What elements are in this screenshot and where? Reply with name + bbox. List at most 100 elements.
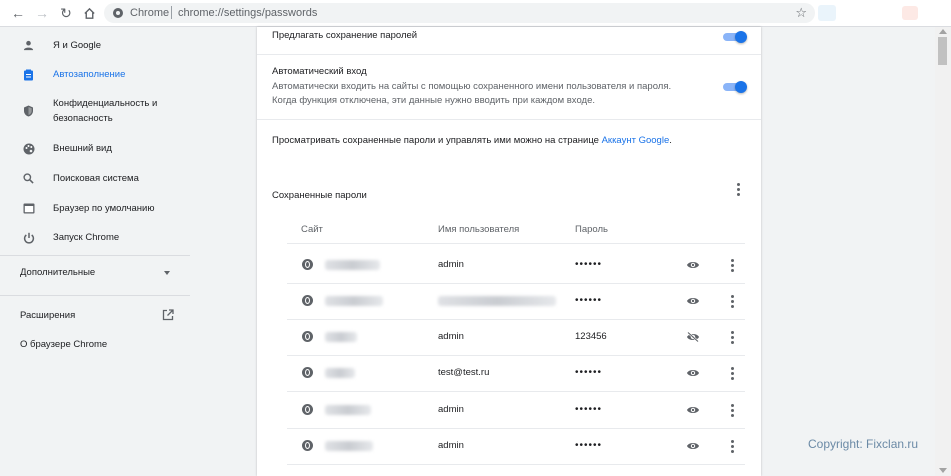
scroll-up-arrow-icon[interactable] bbox=[939, 29, 947, 34]
scroll-down-arrow-icon[interactable] bbox=[939, 468, 947, 473]
toggle-knob bbox=[735, 81, 747, 93]
username-cell: admin bbox=[438, 259, 464, 270]
page-scrollbar[interactable] bbox=[935, 27, 951, 476]
username-cell: admin bbox=[438, 404, 464, 415]
back-arrow-icon[interactable]: ← bbox=[9, 4, 27, 22]
address-chip: Chrome bbox=[130, 7, 170, 19]
hide-password-eye-off-icon[interactable] bbox=[686, 332, 700, 342]
show-password-eye-icon[interactable] bbox=[686, 405, 700, 415]
row-menu-icon[interactable] bbox=[730, 295, 734, 308]
password-cell: •••••• bbox=[575, 367, 603, 378]
row-divider bbox=[287, 355, 745, 356]
column-header-password: Пароль bbox=[575, 224, 608, 235]
sidebar-advanced-label: Дополнительные bbox=[20, 267, 96, 278]
sidebar-item-privacy[interactable]: Конфиденциальность и безопасность bbox=[0, 96, 190, 126]
forward-arrow-icon[interactable]: → bbox=[33, 4, 51, 22]
autologin-desc-line2: Когда функция отключена, эти данные нужн… bbox=[272, 95, 595, 106]
clipboard-icon bbox=[22, 68, 35, 81]
sidebar-extensions-label: Расширения bbox=[20, 310, 76, 321]
show-password-eye-icon[interactable] bbox=[686, 441, 700, 451]
row-divider bbox=[287, 283, 745, 284]
power-icon bbox=[22, 231, 35, 244]
sidebar-divider bbox=[0, 295, 190, 296]
sidebar-advanced[interactable]: Дополнительные bbox=[20, 267, 95, 278]
person-icon bbox=[22, 39, 35, 52]
row-divider bbox=[257, 54, 761, 55]
globe-icon bbox=[302, 404, 313, 415]
row-menu-icon[interactable] bbox=[730, 404, 734, 417]
sidebar-item-on-startup[interactable]: Запуск Chrome bbox=[0, 230, 190, 245]
globe-icon bbox=[302, 440, 313, 451]
site-name-blurred bbox=[325, 368, 355, 378]
show-password-eye-icon[interactable] bbox=[686, 296, 700, 306]
show-password-eye-icon[interactable] bbox=[686, 260, 700, 270]
bookmark-star-icon[interactable]: ☆ bbox=[795, 5, 807, 21]
globe-icon bbox=[302, 367, 313, 378]
scrollbar-thumb[interactable] bbox=[938, 37, 947, 65]
username-cell: test@test.ru bbox=[438, 367, 490, 378]
sidebar-item-you-and-google[interactable]: Я и Google bbox=[0, 38, 190, 53]
reload-icon[interactable]: ↻ bbox=[57, 4, 75, 22]
row-divider bbox=[287, 319, 745, 320]
sidebar-item-default-browser[interactable]: Браузер по умолчанию bbox=[0, 201, 190, 216]
saved-passwords-menu-icon[interactable] bbox=[736, 183, 740, 196]
manage-passwords-text: Просматривать сохраненные пароли и управ… bbox=[272, 135, 672, 146]
site-name-blurred bbox=[325, 405, 371, 415]
site-name-blurred bbox=[325, 441, 373, 451]
sidebar-extensions[interactable]: Расширения bbox=[20, 310, 75, 321]
autologin-toggle[interactable] bbox=[723, 81, 747, 93]
show-password-eye-icon[interactable] bbox=[686, 368, 700, 378]
autologin-title: Автоматический вход bbox=[272, 66, 367, 77]
globe-icon bbox=[302, 295, 313, 306]
address-bar[interactable]: Chrome chrome://settings/passwords ☆ bbox=[104, 3, 815, 23]
site-name-blurred bbox=[325, 260, 380, 270]
sidebar-item-label: Поисковая система bbox=[53, 173, 139, 184]
row-menu-icon[interactable] bbox=[730, 259, 734, 272]
row-divider bbox=[287, 391, 745, 392]
chevron-down-icon[interactable] bbox=[164, 271, 170, 275]
sidebar-item-appearance[interactable]: Внешний вид bbox=[0, 141, 190, 156]
search-icon bbox=[22, 172, 35, 185]
sidebar-item-search-engine[interactable]: Поисковая система bbox=[0, 171, 190, 186]
row-menu-icon[interactable] bbox=[730, 440, 734, 453]
sidebar-about-label: О браузере Chrome bbox=[20, 339, 108, 350]
site-name-blurred bbox=[325, 296, 383, 306]
password-cell: •••••• bbox=[575, 440, 603, 451]
row-divider bbox=[287, 464, 745, 465]
address-url[interactable]: chrome://settings/passwords bbox=[178, 7, 317, 19]
chrome-page-icon bbox=[113, 8, 123, 18]
row-menu-icon[interactable] bbox=[730, 367, 734, 380]
google-account-link[interactable]: Аккаунт Google bbox=[602, 135, 670, 146]
settings-sidebar: Я и Google Автозаполнение Конфиденциальн… bbox=[0, 27, 190, 476]
sidebar-item-autofill[interactable]: Автозаполнение bbox=[0, 67, 190, 82]
password-cell: •••••• bbox=[575, 259, 603, 270]
copyright-watermark: Copyright: Fixclan.ru bbox=[808, 437, 919, 451]
offer-save-toggle[interactable] bbox=[723, 31, 747, 43]
password-cell: •••••• bbox=[575, 295, 603, 306]
open-in-new-icon[interactable] bbox=[162, 309, 174, 321]
column-header-username: Имя пользователя bbox=[438, 224, 520, 235]
row-divider bbox=[287, 428, 745, 429]
sidebar-item-label: Запуск Chrome bbox=[53, 232, 120, 243]
sidebar-item-label: Внешний вид bbox=[53, 143, 112, 154]
column-header-site: Сайт bbox=[301, 224, 323, 235]
globe-icon bbox=[302, 331, 313, 342]
browser-toolbar: ← → ↻ Chrome chrome://settings/passwords… bbox=[0, 0, 951, 27]
autologin-desc-line1: Автоматически входить на сайты с помощью… bbox=[272, 81, 672, 92]
username-cell: admin bbox=[438, 440, 464, 451]
offer-save-label: Предлагать сохранение паролей bbox=[272, 30, 418, 41]
row-divider bbox=[287, 243, 745, 244]
saved-passwords-title: Сохраненные пароли bbox=[272, 190, 367, 201]
toggle-knob bbox=[735, 31, 747, 43]
password-cell: •••••• bbox=[575, 404, 603, 415]
sidebar-about-chrome[interactable]: О браузере Chrome bbox=[20, 339, 107, 350]
home-icon[interactable] bbox=[80, 4, 98, 22]
sidebar-item-label: Конфиденциальность и bbox=[53, 98, 158, 109]
passwords-card: Предлагать сохранение паролей Автоматиче… bbox=[257, 27, 761, 476]
profile-avatar[interactable] bbox=[902, 6, 918, 20]
row-menu-icon[interactable] bbox=[730, 331, 734, 344]
extension-icon[interactable] bbox=[818, 5, 836, 21]
sidebar-item-label: Я и Google bbox=[53, 40, 102, 51]
username-blurred bbox=[438, 296, 556, 306]
manage-text: Просматривать сохраненные пароли и управ… bbox=[272, 135, 602, 146]
